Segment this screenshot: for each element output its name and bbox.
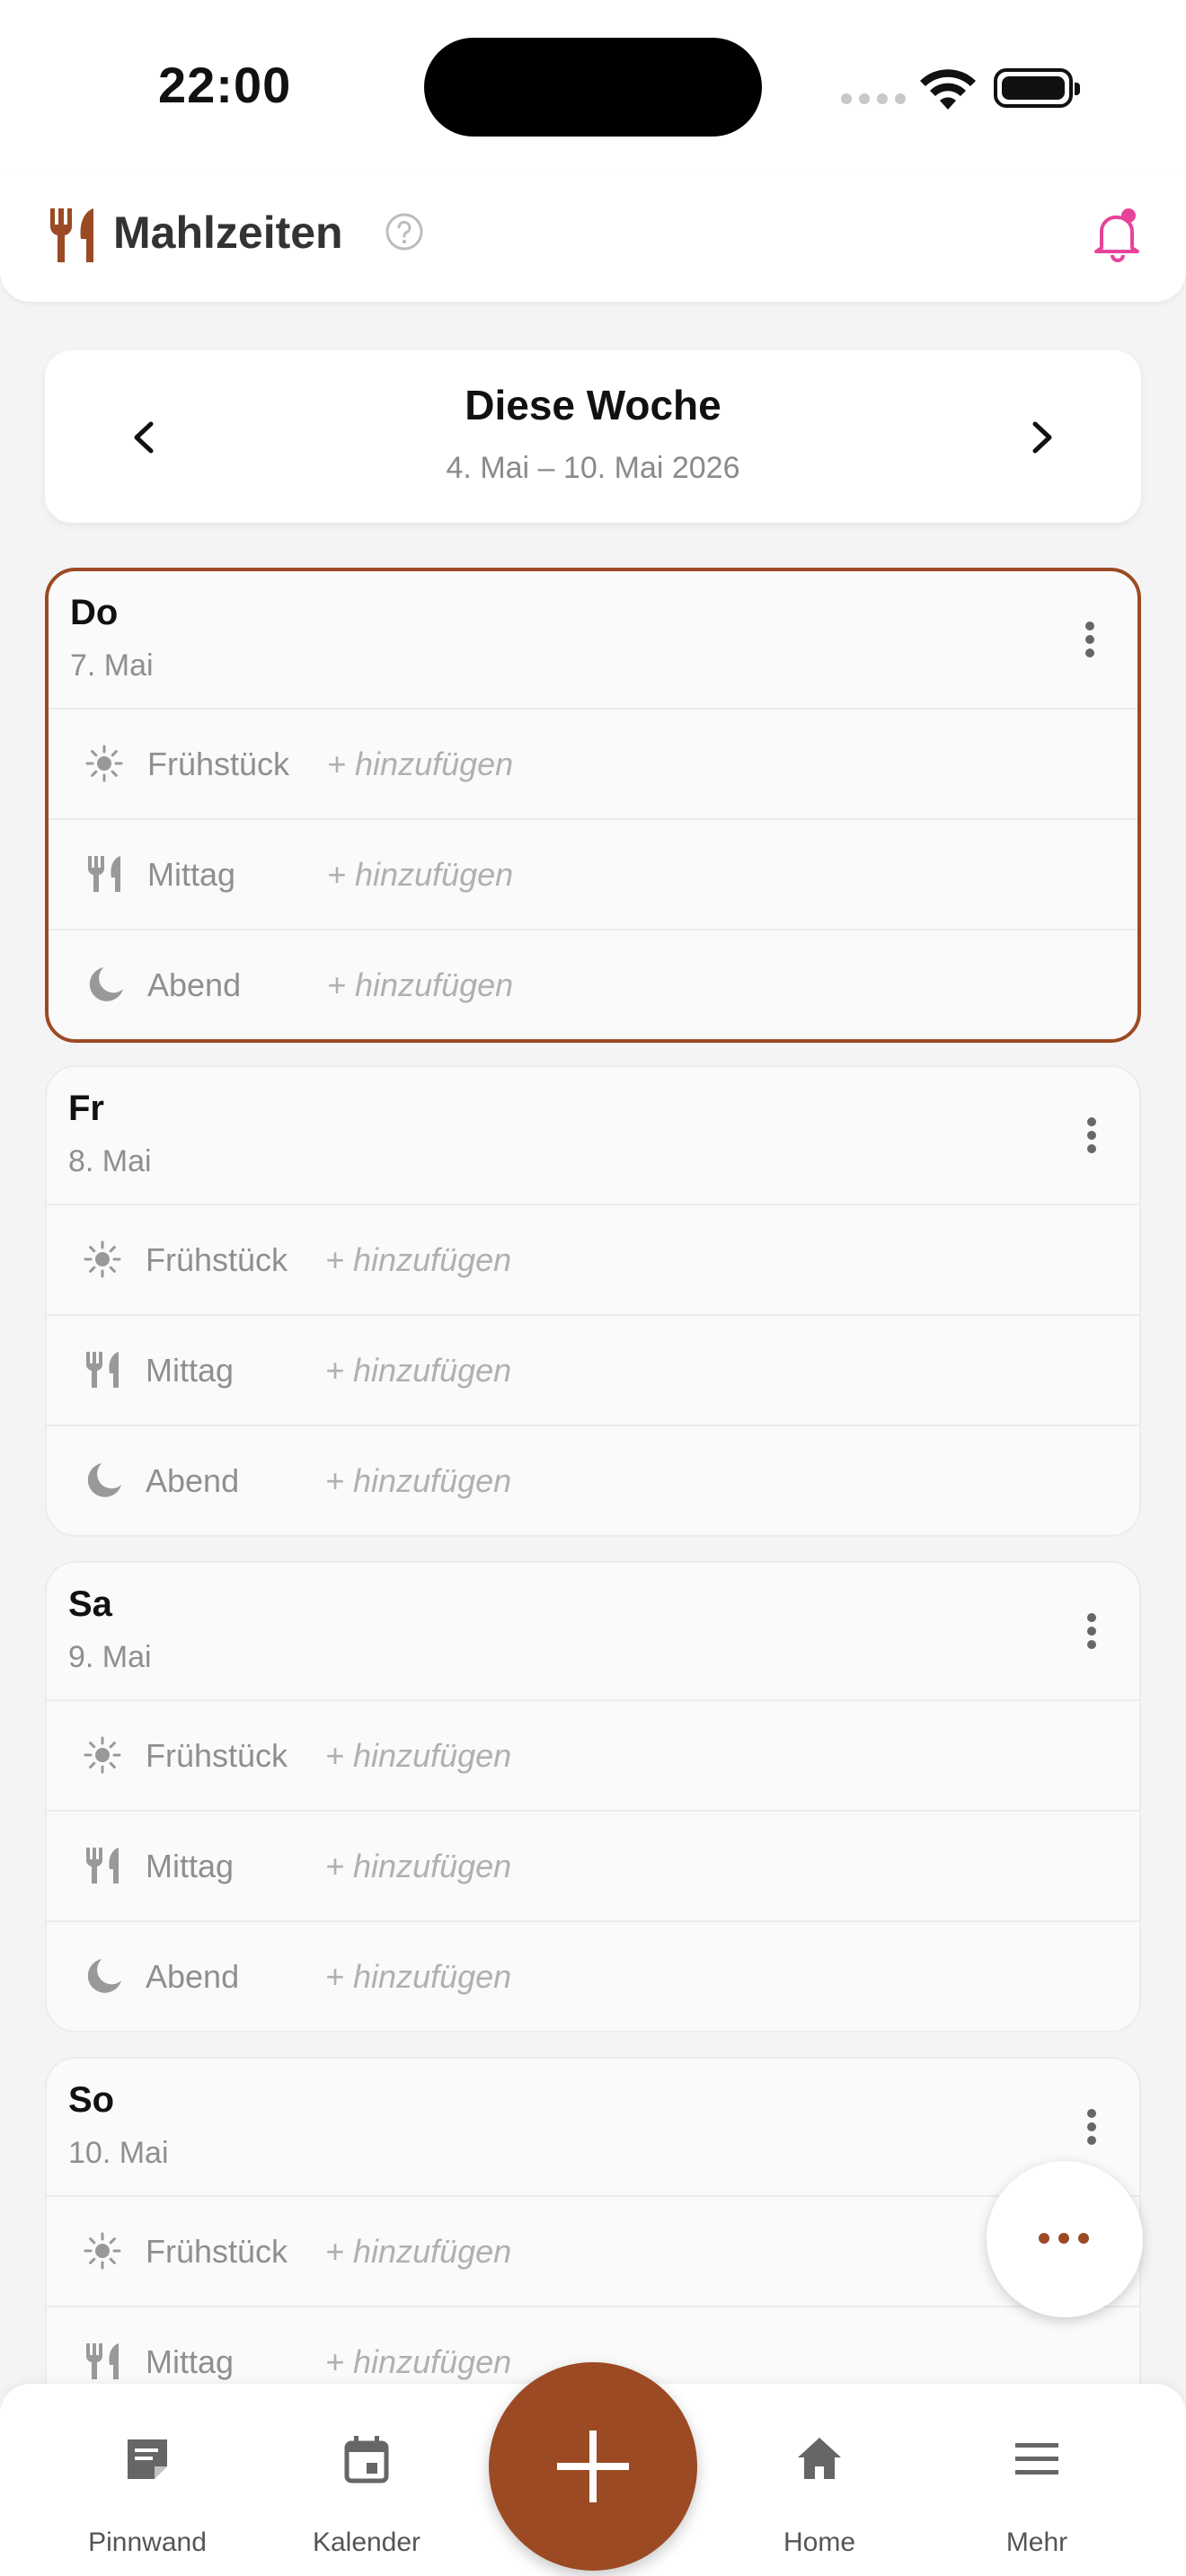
meal-label: Frühstück [146,1241,288,1278]
sun-icon [84,1736,121,1774]
meal-row[interactable]: Frühstück + hinzufügen [47,1701,1139,1812]
meal-row[interactable]: Frühstück + hinzufügen [49,710,1137,820]
add-meal-link[interactable]: + hinzufügen [327,856,513,894]
day-name: Do [70,593,119,632]
nav-label: Pinnwand [88,2527,207,2557]
more-vertical-icon[interactable] [1087,1613,1098,1649]
more-vertical-icon[interactable] [1087,2109,1098,2145]
nav-home[interactable]: Home [730,2384,909,2576]
add-meal-link[interactable]: + hinzufügen [327,745,513,783]
meal-label: Abend [147,966,242,1003]
day-card-sa: Sa 9. Mai Frühstück + hinzufügen Mittag + hin… [45,1561,1141,2033]
meal-label: Abend [146,1462,240,1499]
meal-label: Frühstück [146,2233,288,2270]
moon-icon [87,1959,122,1993]
meal-row[interactable]: Abend + hinzufügen [47,1922,1139,2031]
moon-icon [89,967,124,1001]
cutlery-icon [87,856,120,892]
cutlery-icon [49,208,93,262]
day-header: Sa 9. Mai [47,1563,1139,1701]
cutlery-icon [85,1848,119,1883]
chevron-right-icon[interactable] [1010,406,1073,469]
cutlery-icon [85,1352,119,1388]
add-meal-link[interactable]: + hinzufügen [325,1352,511,1389]
day-date: 7. Mai [70,648,154,683]
nav-label: Kalender [312,2527,421,2557]
plus-icon [557,2430,629,2502]
week-range: 4. Mai – 10. Mai 2026 [446,451,740,485]
sun-icon [85,745,123,782]
help-icon[interactable] [385,212,424,251]
more-vertical-icon[interactable] [1085,622,1096,657]
sun-icon [84,2232,121,2270]
nav-kalender[interactable]: Kalender [277,2384,456,2576]
meal-label: Mittag [146,1848,235,1884]
day-date: 9. Mai [68,1640,152,1674]
add-meal-link[interactable]: + hinzufügen [325,2343,511,2381]
add-meal-link[interactable]: + hinzufügen [325,1848,511,1885]
nav-mehr[interactable]: Mehr [947,2384,1127,2576]
more-actions-button[interactable] [987,2161,1143,2317]
meal-row[interactable]: Mittag + hinzufügen [47,1812,1139,1922]
meal-row[interactable]: Abend + hinzufügen [47,1426,1139,1535]
more-horizontal-icon [1039,2233,1089,2244]
note-icon [128,2439,167,2479]
meal-row[interactable]: Abend + hinzufügen [49,931,1137,1039]
day-name: Fr [68,1089,104,1128]
day-date: 10. Mai [68,2136,169,2170]
nav-label: Mehr [1005,2527,1068,2557]
more-vertical-icon[interactable] [1087,1117,1098,1153]
dynamic-island [424,38,762,137]
day-header: Fr 8. Mai [47,1067,1139,1205]
app-bar: Mahlzeiten [0,171,1186,302]
add-meal-link[interactable]: + hinzufügen [325,1958,511,1996]
meal-label: Mittag [146,2343,235,2380]
day-name: Sa [68,1584,112,1624]
meal-row[interactable]: Mittag + hinzufügen [49,820,1137,931]
day-date: 8. Mai [68,1144,152,1178]
add-meal-button[interactable] [489,2362,697,2571]
cellular-signal-icon [841,93,906,104]
meal-label: Mittag [147,856,236,893]
notification-bell-icon[interactable] [1093,205,1143,262]
meal-label: Abend [146,1958,240,1995]
meal-label: Mittag [146,1352,235,1389]
day-card-fr: Fr 8. Mai Frühstück + hinzufügen Mittag + hin… [45,1065,1141,1537]
add-meal-link[interactable]: + hinzufügen [325,2233,511,2271]
sun-icon [84,1240,121,1278]
add-meal-link[interactable]: + hinzufügen [325,1241,511,1279]
day-header: So 10. Mai [47,2059,1139,2197]
battery-icon [994,68,1080,108]
day-name: So [68,2080,115,2120]
calendar-icon [344,2436,389,2483]
meal-label: Frühstück [147,745,290,782]
wifi-icon [920,69,976,110]
home-icon [798,2438,841,2479]
week-title: Diese Woche [465,382,721,428]
menu-icon [1015,2443,1058,2475]
nav-pinnwand[interactable]: Pinnwand [58,2384,237,2576]
status-bar: 22:00 [0,0,1186,171]
week-selector: Diese Woche 4. Mai – 10. Mai 2026 [45,350,1141,523]
meal-row[interactable]: Mittag + hinzufügen [47,1316,1139,1426]
add-meal-link[interactable]: + hinzufügen [327,966,513,1004]
status-time: 22:00 [158,57,292,113]
moon-icon [87,1463,122,1497]
page-title: Mahlzeiten [113,207,343,258]
add-meal-link[interactable]: + hinzufügen [325,1737,511,1775]
meal-row[interactable]: Frühstück + hinzufügen [47,2197,1139,2307]
nav-label: Home [783,2527,856,2557]
add-meal-link[interactable]: + hinzufügen [325,1462,511,1500]
day-header: Do 7. Mai [49,571,1137,710]
day-card-do: Do 7. Mai Frühstück + hinzufügen Mittag + hin… [45,568,1141,1043]
meal-row[interactable]: Frühstück + hinzufügen [47,1205,1139,1316]
cutlery-icon [85,2343,119,2379]
meal-label: Frühstück [146,1737,288,1774]
